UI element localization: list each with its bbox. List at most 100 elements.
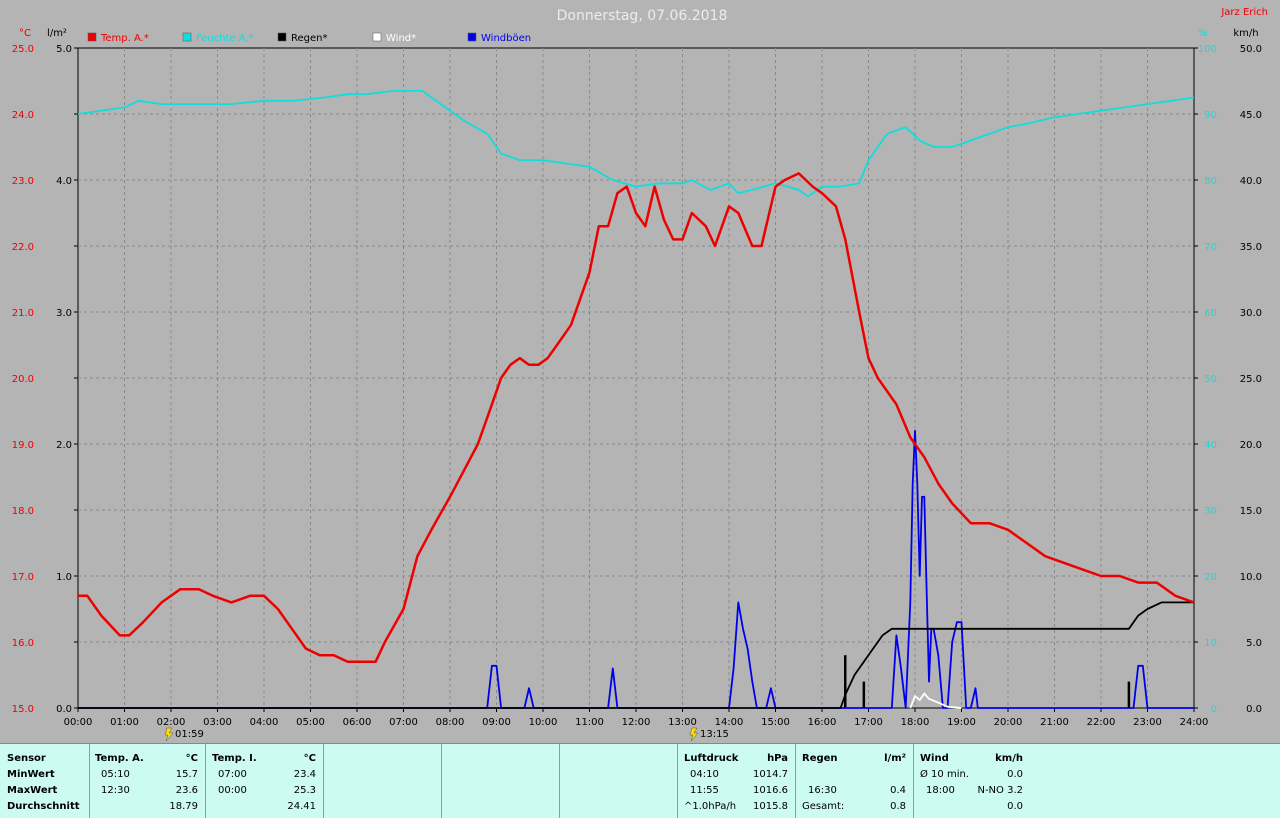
rain-tick-label: 5.0 [56, 44, 72, 55]
temp-tick-label: 23.0 [12, 176, 34, 187]
marker-label: 01:59 [175, 729, 204, 740]
chart-title: Donnerstag, 07.06.2018 [557, 8, 728, 24]
x-tick-label: 16:00 [808, 717, 837, 728]
x-tick-label: 24:00 [1180, 717, 1209, 728]
humidity-tick-label: 70 [1204, 242, 1217, 253]
humidity-tick-label: 60 [1204, 308, 1217, 319]
rain-unit: l/m² [884, 753, 906, 764]
rain-total: 0.8 [890, 801, 906, 812]
temp-a-max-time: 12:30 [101, 785, 130, 796]
temp-i-unit: °C [303, 753, 316, 764]
temp-tick-label: 15.0 [12, 704, 34, 715]
humidity-tick-label: 40 [1204, 440, 1217, 451]
col-temp-i: Temp. I. °C 07:00 23.4 00:00 25.3 24.41 [206, 744, 324, 818]
x-tick-label: 11:00 [575, 717, 604, 728]
unit-temp: °C [19, 28, 31, 39]
temp-a-avg: 18.79 [169, 801, 198, 812]
legend-swatch [87, 32, 97, 42]
x-tick-label: 03:00 [203, 717, 232, 728]
rain-tick-label: 2.0 [56, 440, 72, 451]
rain-tick-label: 3.0 [56, 308, 72, 319]
col-sensor: Sensor MinWert MaxWert Durchschnitt [0, 744, 90, 818]
col-wind: Wind km/h Ø 10 min. 0.0 18:00 N-NO 3.2 0… [914, 744, 1032, 818]
row-max-label: MaxWert [7, 785, 58, 796]
x-tick-label: 08:00 [436, 717, 465, 728]
temp-i-min-time: 07:00 [218, 769, 247, 780]
x-tick-label: 02:00 [157, 717, 186, 728]
temp-i-max-time: 00:00 [218, 785, 247, 796]
legend-label: Windböen [481, 33, 531, 44]
pressure-unit: hPa [767, 753, 788, 764]
marker-label: 13:15 [700, 729, 729, 740]
rain-header: Regen [802, 753, 838, 764]
x-tick-label: 14:00 [715, 717, 744, 728]
x-tick-label: 12:00 [622, 717, 651, 728]
x-tick-label: 20:00 [994, 717, 1023, 728]
legend-label: Regen* [291, 33, 328, 44]
wind-last: 0.0 [1007, 801, 1023, 812]
unit-rain: l/m² [47, 28, 67, 39]
legend-swatch [277, 32, 287, 42]
unit-humidity: % [1198, 28, 1208, 39]
legend-label: Feuchte A.* [196, 33, 254, 44]
rain-tick-label: 0.0 [56, 704, 72, 715]
x-tick-label: 18:00 [901, 717, 930, 728]
x-tick-label: 10:00 [529, 717, 558, 728]
humidity-tick-label: 50 [1204, 374, 1217, 385]
legend: Temp. A.* Feuchte A.* Regen* Wind* Windböen [87, 32, 531, 44]
wind-unit: km/h [995, 753, 1023, 764]
lightning-icon [689, 727, 699, 742]
humidity-tick-label: 0 [1211, 704, 1217, 715]
stats-table: Sensor MinWert MaxWert Durchschnitt Temp… [0, 743, 1280, 818]
temp-tick-label: 16.0 [12, 638, 34, 649]
temp-tick-label: 17.0 [12, 572, 34, 583]
x-tick-label: 09:00 [482, 717, 511, 728]
wind-tick-label: 40.0 [1240, 176, 1262, 187]
wind-tick-label: 0.0 [1246, 704, 1262, 715]
temp-a-max: 23.6 [175, 785, 198, 796]
wind-avg: 0.0 [1007, 769, 1023, 780]
humidity-tick-label: 80 [1204, 176, 1217, 187]
wind-tick-label: 15.0 [1240, 506, 1262, 517]
temp-i-header: Temp. I. [212, 753, 257, 764]
temp-a-min: 15.7 [175, 769, 198, 780]
wind-tick-label: 35.0 [1240, 242, 1262, 253]
pressure-max-time: 11:55 [690, 785, 719, 796]
x-tick-label: 04:00 [250, 717, 279, 728]
temp-tick-label: 22.0 [12, 242, 34, 253]
col-temp-a: Temp. A. °C 05:10 15.7 12:30 23.6 18.79 [90, 744, 206, 818]
rain-max: 0.4 [890, 785, 906, 796]
rain-max-time: 16:30 [808, 785, 837, 796]
rain-tick-label: 4.0 [56, 176, 72, 187]
x-tick-label: 19:00 [947, 717, 976, 728]
humidity-tick-label: 20 [1204, 572, 1217, 583]
x-tick-label: 07:00 [389, 717, 418, 728]
x-tick-label: 17:00 [854, 717, 883, 728]
legend-swatch [182, 32, 192, 42]
humidity-tick-label: 100 [1198, 44, 1217, 55]
author-label: Jarz Erich [1220, 7, 1268, 18]
temp-tick-label: 24.0 [12, 110, 34, 121]
wind-tick-label: 30.0 [1240, 308, 1262, 319]
lightning-icon [164, 727, 174, 742]
weather-chart: 00:00 01:00 02:00 03:00 04:00 05:00 06:00 07:00… [12, 7, 1268, 742]
col-empty-1 [324, 744, 442, 818]
unit-wind: km/h [1233, 28, 1258, 39]
legend-label: Wind* [386, 33, 416, 44]
sensor-header: Sensor [7, 753, 46, 764]
wind-tick-label: 25.0 [1240, 374, 1262, 385]
x-tick-label: 06:00 [343, 717, 372, 728]
x-tick-label: 23:00 [1133, 717, 1162, 728]
col-empty-3 [560, 744, 678, 818]
pressure-header: Luftdruck [684, 753, 739, 764]
wind-max-time: 18:00 [926, 785, 955, 796]
x-tick-label: 05:00 [296, 717, 325, 728]
col-rain: Regen l/m² 16:30 0.4 Gesamt: 0.8 [796, 744, 914, 818]
pressure-trend: 1015.8 [753, 801, 788, 812]
x-tick-label: 00:00 [64, 717, 93, 728]
wind-tick-label: 50.0 [1240, 44, 1262, 55]
pressure-min: 1014.7 [753, 769, 788, 780]
temp-i-avg: 24.41 [287, 801, 316, 812]
legend-label: Temp. A.* [100, 33, 149, 44]
pressure-trend-label: ^1.0hPa/h [684, 801, 737, 812]
